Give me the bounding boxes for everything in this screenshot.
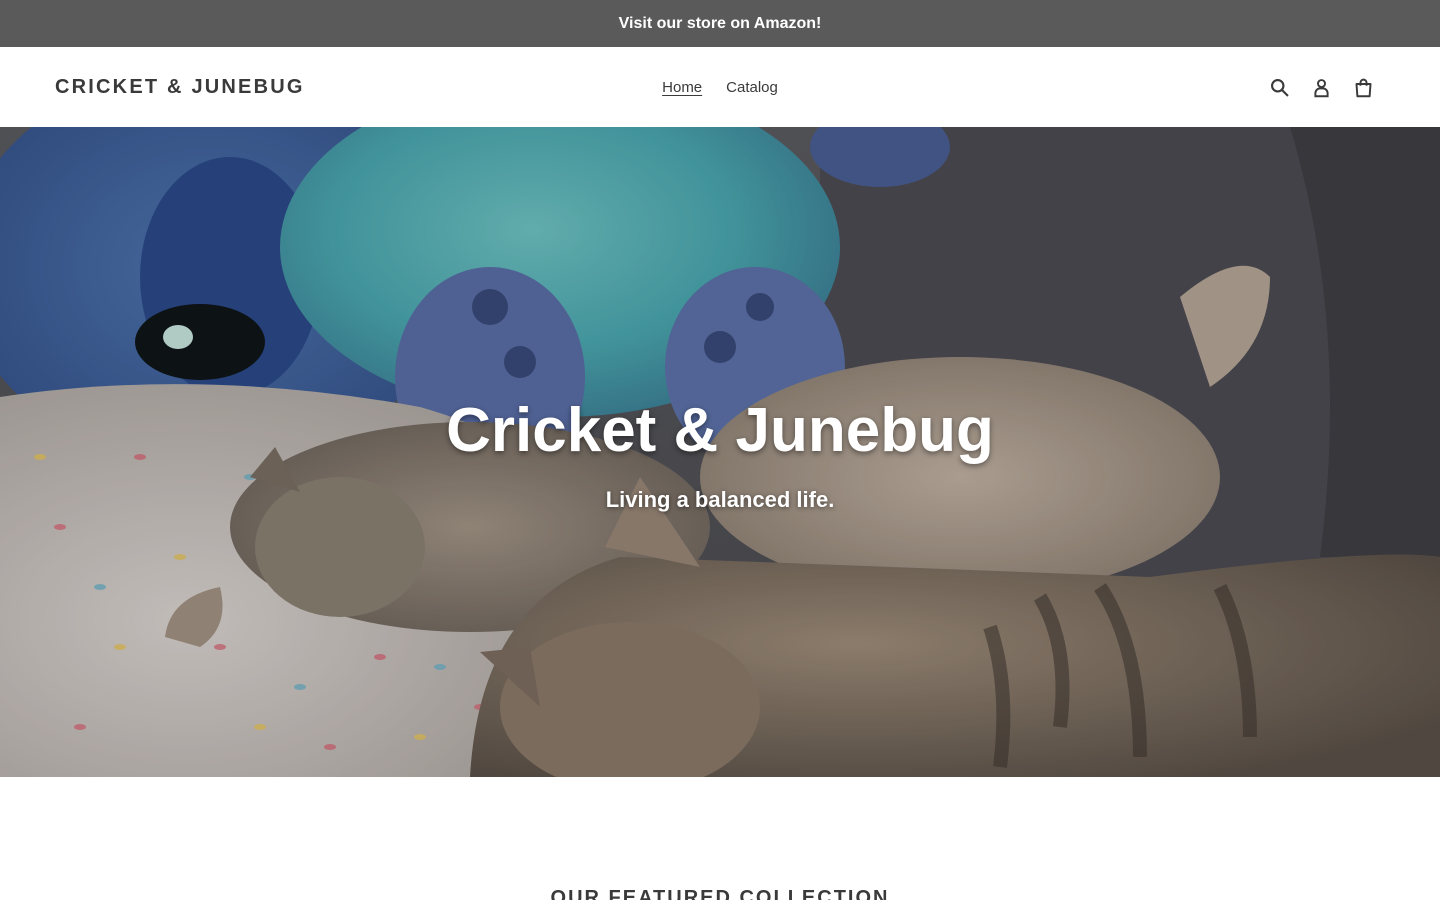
account-icon[interactable] [1310, 76, 1332, 98]
cart-icon[interactable] [1352, 76, 1374, 98]
hero-banner: Cricket & Junebug Living a balanced life… [0, 127, 1440, 777]
announcement-link[interactable]: Visit our store on Amazon! [619, 15, 822, 33]
hero-title: Cricket & Junebug [446, 396, 994, 465]
hero-subtitle: Living a balanced life. [605, 487, 835, 512]
nav-link-home[interactable]: Home [662, 79, 702, 96]
site-logo[interactable]: CRICKET & JUNEBUG [55, 76, 305, 99]
featured-heading: OUR FEATURED COLLECTION [550, 887, 890, 900]
hero-text: Cricket & Junebug Living a balanced life… [0, 395, 1440, 513]
header-icons [1268, 76, 1385, 98]
search-icon[interactable] [1268, 76, 1290, 98]
nav-link-catalog[interactable]: Catalog [726, 79, 778, 96]
announcement-bar: Visit our store on Amazon! [0, 0, 1440, 47]
featured-collection: OUR FEATURED COLLECTION [0, 777, 1440, 900]
site-header: CRICKET & JUNEBUG Home Catalog [0, 47, 1440, 127]
